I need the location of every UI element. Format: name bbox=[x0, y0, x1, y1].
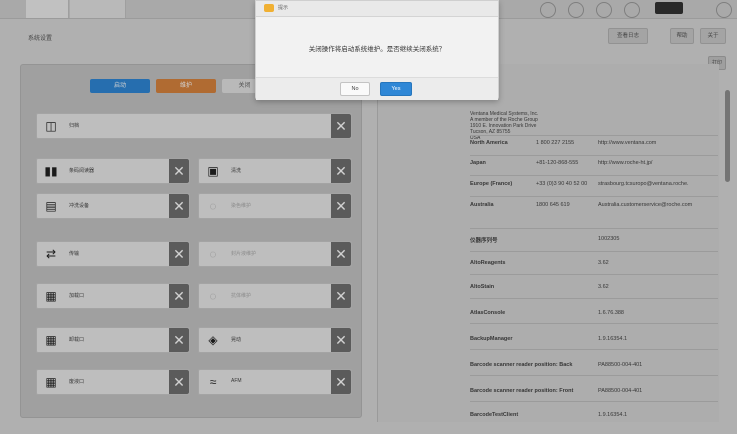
dialog-footer bbox=[256, 77, 498, 100]
dialog-title: 提示 bbox=[278, 5, 289, 11]
confirm-dialog: 提示 关闭操作将启动系统维护。是否继续关闭系统？ No Yes bbox=[255, 0, 499, 100]
dialog-message: 关闭操作将启动系统维护。是否继续关闭系统？ bbox=[308, 46, 446, 53]
warning-icon bbox=[264, 4, 274, 12]
yes-button[interactable]: Yes bbox=[380, 82, 412, 96]
no-button[interactable]: No bbox=[340, 82, 370, 96]
dialog-header: 提示 bbox=[256, 1, 498, 17]
